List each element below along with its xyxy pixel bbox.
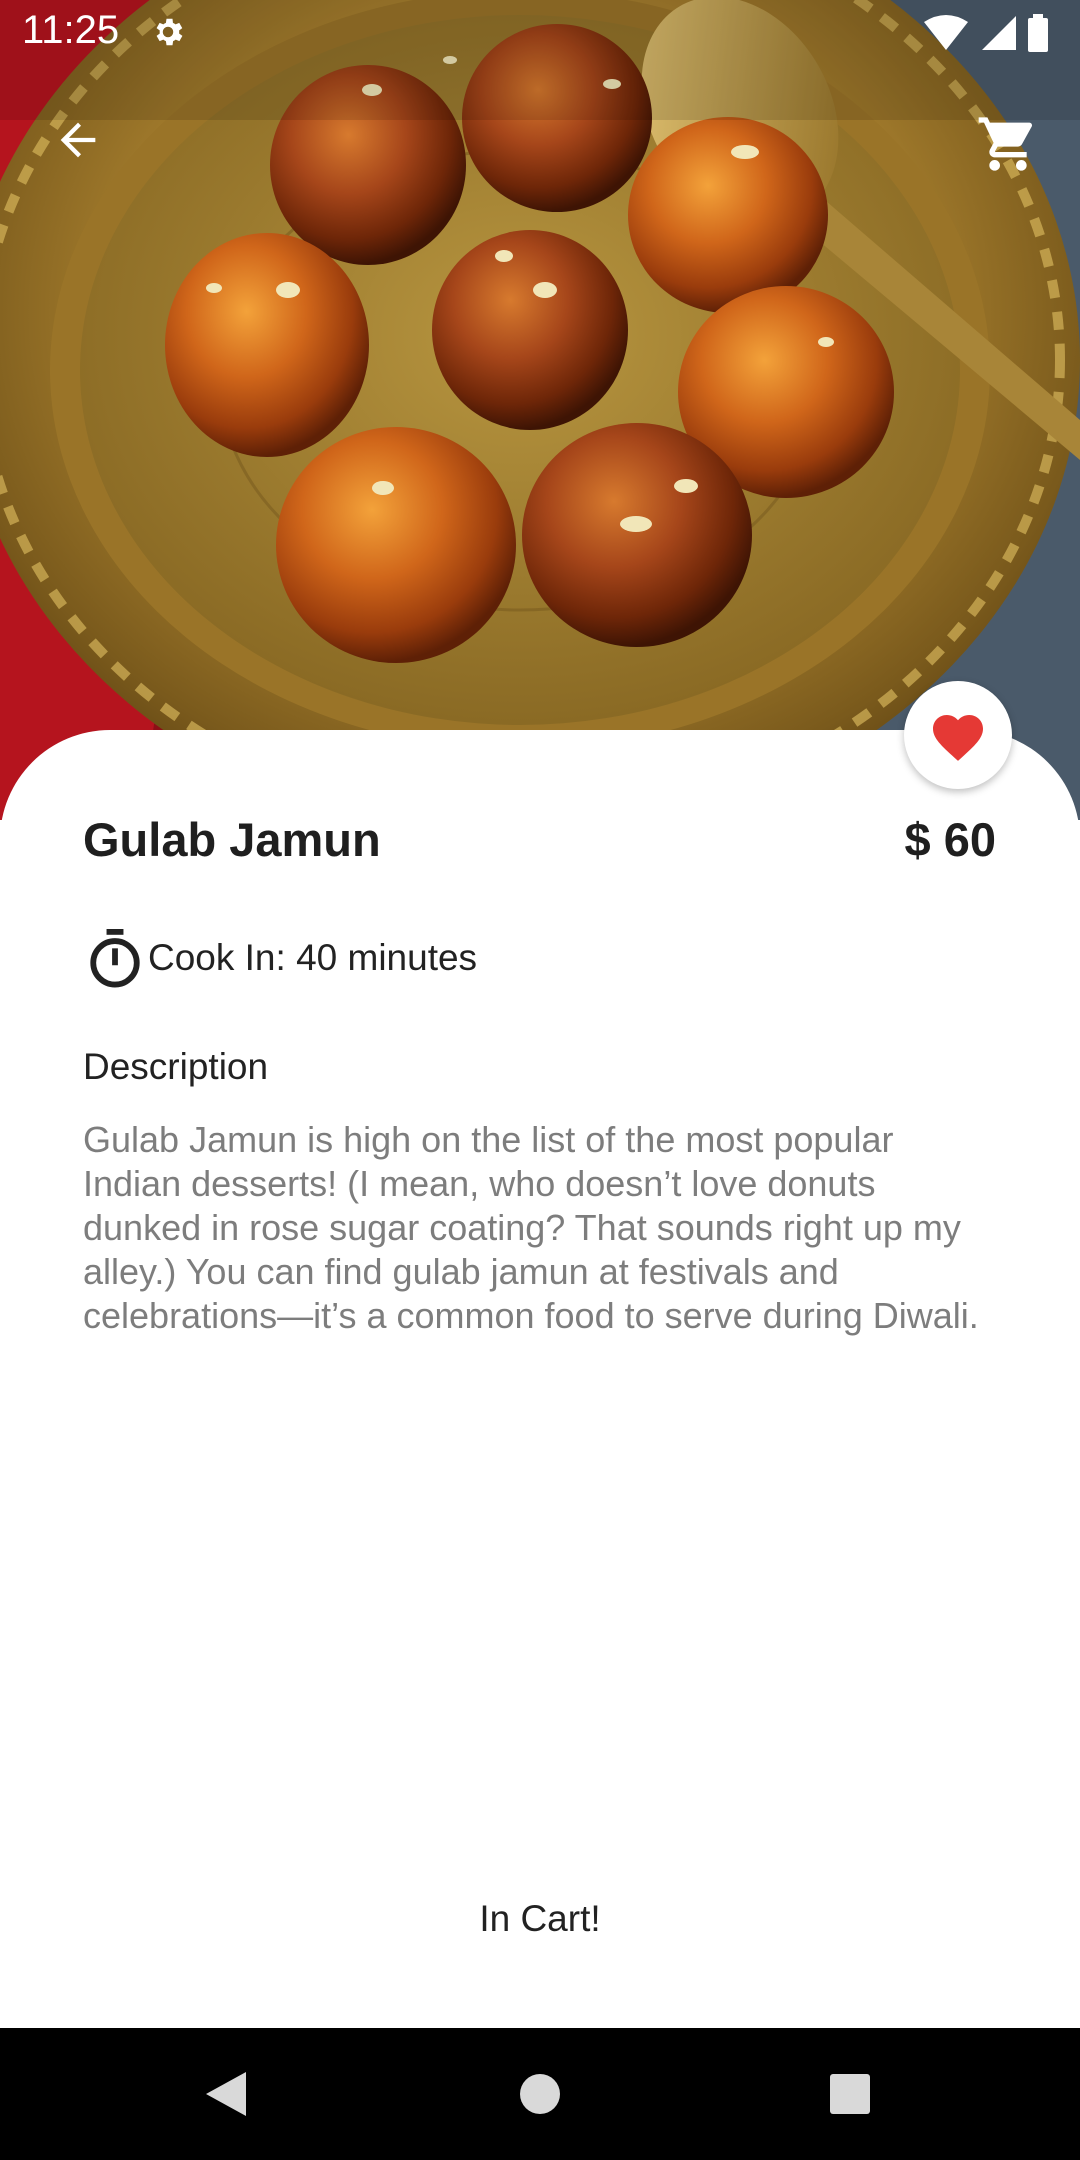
back-button[interactable] xyxy=(42,104,114,176)
cart-button[interactable] xyxy=(968,104,1048,184)
nav-recents-button[interactable] xyxy=(812,2056,888,2132)
status-time: 11:25 xyxy=(22,8,120,52)
nav-back-button[interactable] xyxy=(188,2056,264,2132)
heart-icon xyxy=(933,715,983,761)
favorite-button[interactable] xyxy=(904,681,1012,789)
description-label: Description xyxy=(83,1046,269,1087)
battery-icon xyxy=(1028,14,1048,52)
signal-icon xyxy=(982,16,1016,50)
nav-home-button[interactable] xyxy=(502,2056,578,2132)
product-price: $ 60 xyxy=(904,813,996,866)
status-icons xyxy=(916,12,1066,54)
details-sheet xyxy=(0,730,1080,2030)
cart-status-button[interactable]: In Cart! xyxy=(0,1898,1080,1940)
product-name: Gulab Jamun xyxy=(83,813,381,866)
recents-square-icon xyxy=(830,2074,870,2114)
shopping-cart-icon xyxy=(978,117,1033,171)
home-circle-icon xyxy=(520,2074,560,2114)
wifi-icon xyxy=(924,15,968,50)
timer-icon xyxy=(90,929,140,988)
system-nav-bar xyxy=(0,2028,1080,2160)
cook-time-row: Cook In: 40 minutes xyxy=(86,926,477,990)
description-text: Gulab Jamun is high on the list of the m… xyxy=(83,1119,979,1336)
status-bar: 11:25 xyxy=(0,0,1080,66)
arrow-back-icon xyxy=(60,122,96,158)
settings-icon xyxy=(150,14,186,50)
product-detail-screen: 11:25 Gulab Jamun $ 60 Cook In: 40 minut… xyxy=(0,0,1080,2160)
cook-time: Cook In: 40 minutes xyxy=(148,937,478,978)
back-triangle-icon xyxy=(206,2072,246,2116)
